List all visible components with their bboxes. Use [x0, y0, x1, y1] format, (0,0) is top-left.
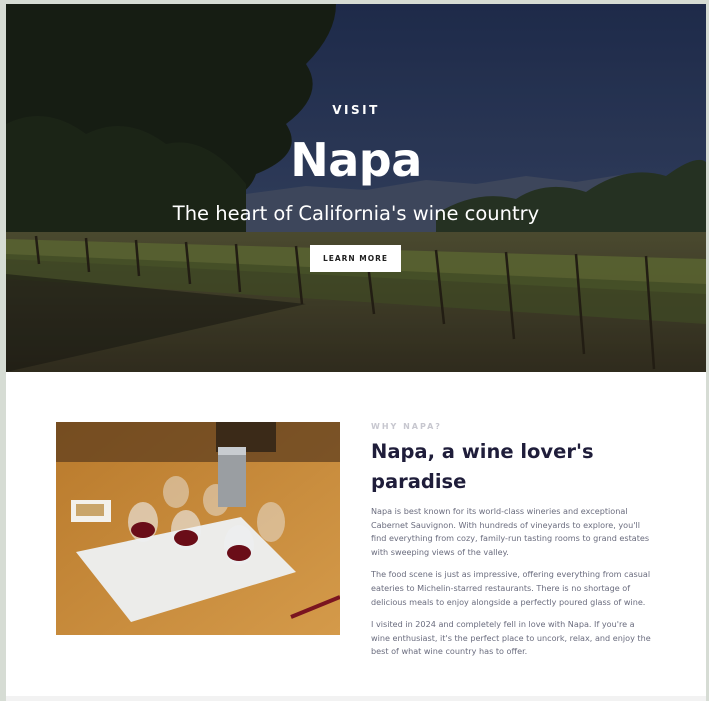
- hero-subtitle: The heart of California's wine country: [172, 202, 540, 225]
- section-heading-line1: Napa, a wine lover's: [371, 440, 594, 463]
- section-heading-line2: paradise: [371, 470, 467, 493]
- intro-text-column: WHY NAPA? Napa, a wine lover's paradise …: [371, 422, 656, 668]
- hero-text-block: VISIT Napa The heart of California's win…: [6, 4, 706, 372]
- hero-eyebrow: VISIT: [332, 103, 380, 117]
- hero-title: Napa: [290, 133, 422, 187]
- learn-more-button[interactable]: LEARN MORE: [310, 245, 401, 272]
- hero-section: VISIT Napa The heart of California's win…: [6, 4, 706, 372]
- next-section-edge: [6, 696, 706, 701]
- intro-paragraph-3: I visited in 2024 and completely fell in…: [371, 619, 651, 657]
- page: VISIT Napa The heart of California's win…: [6, 4, 706, 701]
- section-heading: Napa, a wine lover's paradise: [371, 437, 656, 497]
- section-kicker: WHY NAPA?: [371, 422, 442, 431]
- intro-paragraph-2: The food scene is just as impressive, of…: [371, 569, 651, 607]
- intro-paragraph-1: Napa is best known for its world-class w…: [371, 506, 650, 557]
- wine-tasting-photo: [56, 422, 340, 635]
